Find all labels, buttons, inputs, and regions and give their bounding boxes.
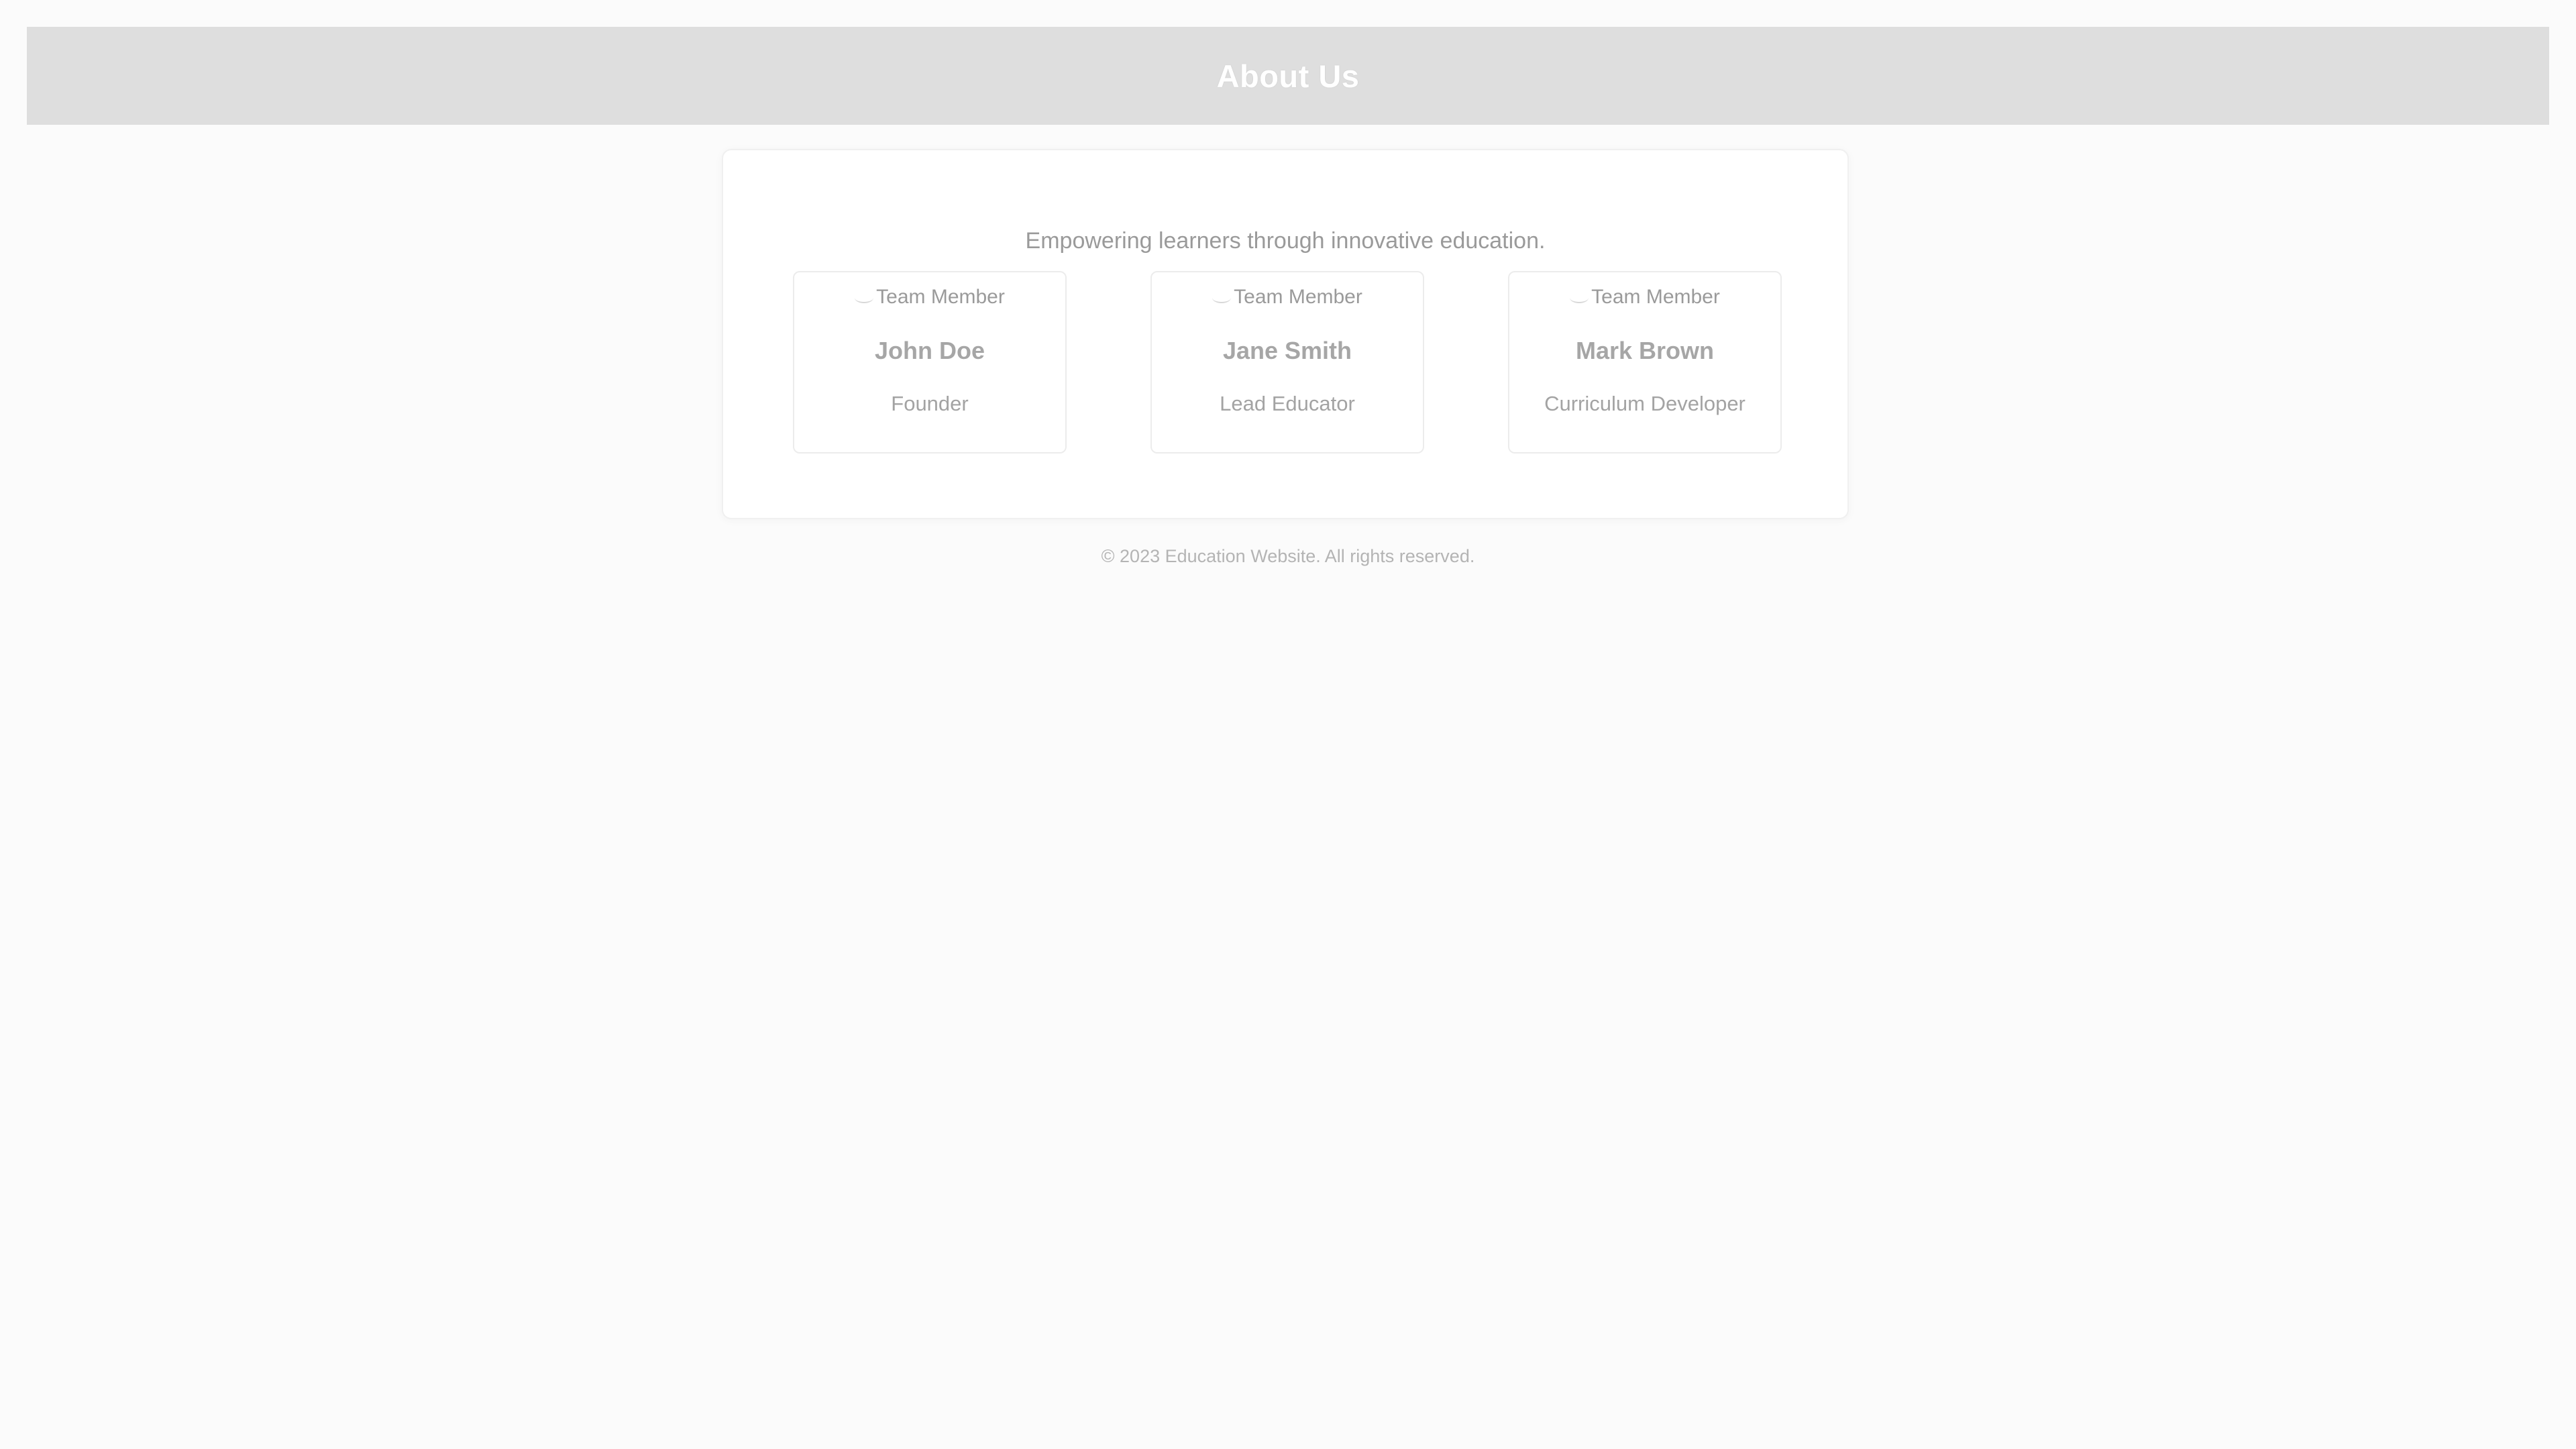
team-member-image-alt: Team Member [1591,286,1720,308]
page-footer: © 2023 Education Website. All rights res… [0,546,2576,567]
page-title: About Us [1216,58,1360,94]
team-member-role: Curriculum Developer [1544,392,1746,415]
team-member-image-alt: Team Member [876,286,1005,308]
team-member-card: Team Member John Doe Founder [793,271,1067,453]
team-member-name: John Doe [874,337,985,364]
tagline: Empowering learners through innovative e… [1025,228,1546,254]
team-member-role: Founder [891,392,969,415]
broken-image-icon [855,292,874,304]
team-member-image: Team Member [1509,286,1780,309]
team-member-image-alt: Team Member [1234,286,1362,308]
broken-image-icon [1212,292,1232,304]
team-member-card: Team Member Jane Smith Lead Educator [1150,271,1424,453]
team-member-image: Team Member [794,286,1065,309]
broken-image-icon [1570,292,1589,304]
team-member-card: Team Member Mark Brown Curriculum Develo… [1508,271,1782,453]
copyright-text: © 2023 Education Website. All rights res… [1101,546,1475,566]
page-header: About Us [27,27,2549,125]
team-member-name: Jane Smith [1222,337,1352,364]
team-member-role: Lead Educator [1220,392,1355,415]
about-card: Empowering learners through innovative e… [722,149,1849,519]
team-member-image: Team Member [1152,286,1423,309]
team-member-name: Mark Brown [1575,337,1715,364]
